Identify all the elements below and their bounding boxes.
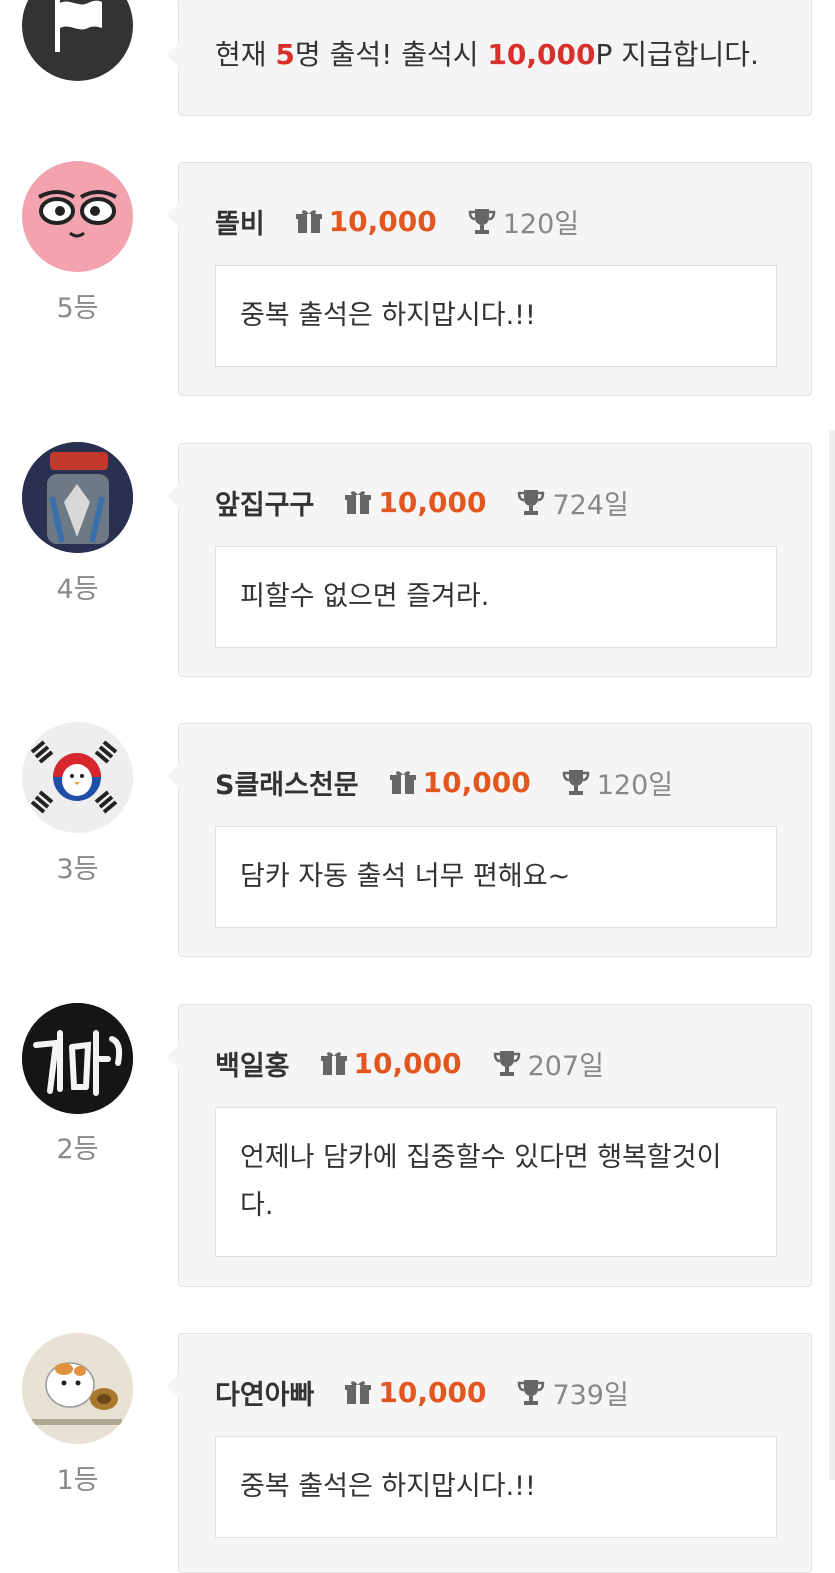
points-value: 10,000 xyxy=(328,204,437,238)
trophy-icon xyxy=(493,1051,520,1076)
avatar-image xyxy=(22,1003,133,1114)
card-header: 다연아빠 10,000 739일 xyxy=(215,1373,629,1412)
avatar-image xyxy=(38,190,117,238)
rank-label: 1등 xyxy=(56,1465,99,1496)
avatar-image xyxy=(22,442,133,553)
days-count: 724일 xyxy=(552,489,629,521)
points-value: 10,000 xyxy=(422,765,531,799)
user-name[interactable]: 앞집구구 xyxy=(215,483,314,522)
user-name[interactable]: 다연아빠 xyxy=(215,1373,314,1412)
card-header: 앞집구구 10,000 724일 xyxy=(215,483,629,522)
comment-text: 언제나 담카에 집중할수 있다면 행복할것이다. xyxy=(215,1107,777,1257)
card-header: S클래스천문 10,000 120일 xyxy=(215,763,674,802)
rank-label: 2등 xyxy=(56,1134,99,1165)
gift-icon xyxy=(345,491,372,514)
trophy-icon xyxy=(518,490,545,515)
notice-middle: 명 출석! 출석시 xyxy=(294,38,488,71)
points-value: 10,000 xyxy=(378,485,487,519)
rank-label: 3등 xyxy=(56,854,99,885)
avatar-image xyxy=(22,722,133,833)
notice-text: 현재 5명 출석! 출석시 10,000P 지급합니다. xyxy=(215,33,759,73)
days-count: 739일 xyxy=(552,1379,629,1411)
notice-count: 5 xyxy=(275,38,295,71)
avatar[interactable] xyxy=(22,1003,133,1114)
comment-text: 담카 자동 출석 너무 편해요~ xyxy=(215,826,777,928)
gift-icon xyxy=(345,1381,372,1404)
rank-label: 4등 xyxy=(56,574,99,605)
user-name[interactable]: 백일홍 xyxy=(215,1044,290,1083)
rank-label: 5등 xyxy=(56,293,99,324)
avatar[interactable] xyxy=(22,442,133,553)
attendance-card: 똘비 10,000 120일 중복 출석은 하지맙시다.!! xyxy=(167,162,812,396)
gift-icon xyxy=(320,1052,347,1075)
comment-text: 중복 출석은 하지맙시다.!! xyxy=(215,1436,777,1538)
avatar[interactable] xyxy=(22,1333,133,1444)
notice-avatar xyxy=(22,0,133,81)
avatar[interactable] xyxy=(22,161,133,272)
user-name[interactable]: 똘비 xyxy=(215,202,265,241)
days-count: 207일 xyxy=(527,1050,604,1082)
gift-icon xyxy=(389,771,416,794)
notice-suffix: P 지급합니다. xyxy=(595,38,759,71)
trophy-icon xyxy=(518,1380,545,1405)
flag-icon xyxy=(55,0,102,52)
avatar[interactable] xyxy=(22,722,133,833)
notice-prefix: 현재 xyxy=(215,38,276,71)
scrollbar[interactable] xyxy=(829,430,835,1480)
days-count: 120일 xyxy=(502,208,580,240)
attendance-card: 앞집구구 10,000 724일 피할수 없으면 즐겨라. xyxy=(167,443,812,677)
card-header: 백일홍 10,000 207일 xyxy=(215,1044,604,1083)
gift-icon xyxy=(295,210,322,233)
notice-banner: 현재 5명 출석! 출석시 10,000P 지급합니다. xyxy=(167,0,812,116)
points-value: 10,000 xyxy=(378,1375,487,1409)
attendance-card: 백일홍 10,000 207일 언제나 담카에 집중할수 있다면 행복할것이다. xyxy=(167,1004,812,1287)
user-name[interactable]: S클래스천문 xyxy=(215,763,359,802)
points-value: 10,000 xyxy=(353,1046,462,1080)
comment-text: 피할수 없으면 즐겨라. xyxy=(215,546,777,648)
days-count: 120일 xyxy=(596,769,674,801)
attendance-card: 다연아빠 10,000 739일 중복 출석은 하지맙시다.!! xyxy=(167,1333,812,1573)
notice-points: 10,000 xyxy=(487,38,596,71)
comment-text: 중복 출석은 하지맙시다.!! xyxy=(215,265,777,367)
attendance-card: S클래스천문 10,000 120일 담카 자동 출석 너무 편해요~ xyxy=(167,723,812,957)
avatar-image xyxy=(22,1333,133,1444)
card-header: 똘비 10,000 120일 xyxy=(215,202,580,241)
trophy-icon xyxy=(562,770,589,795)
trophy-icon xyxy=(468,209,496,234)
